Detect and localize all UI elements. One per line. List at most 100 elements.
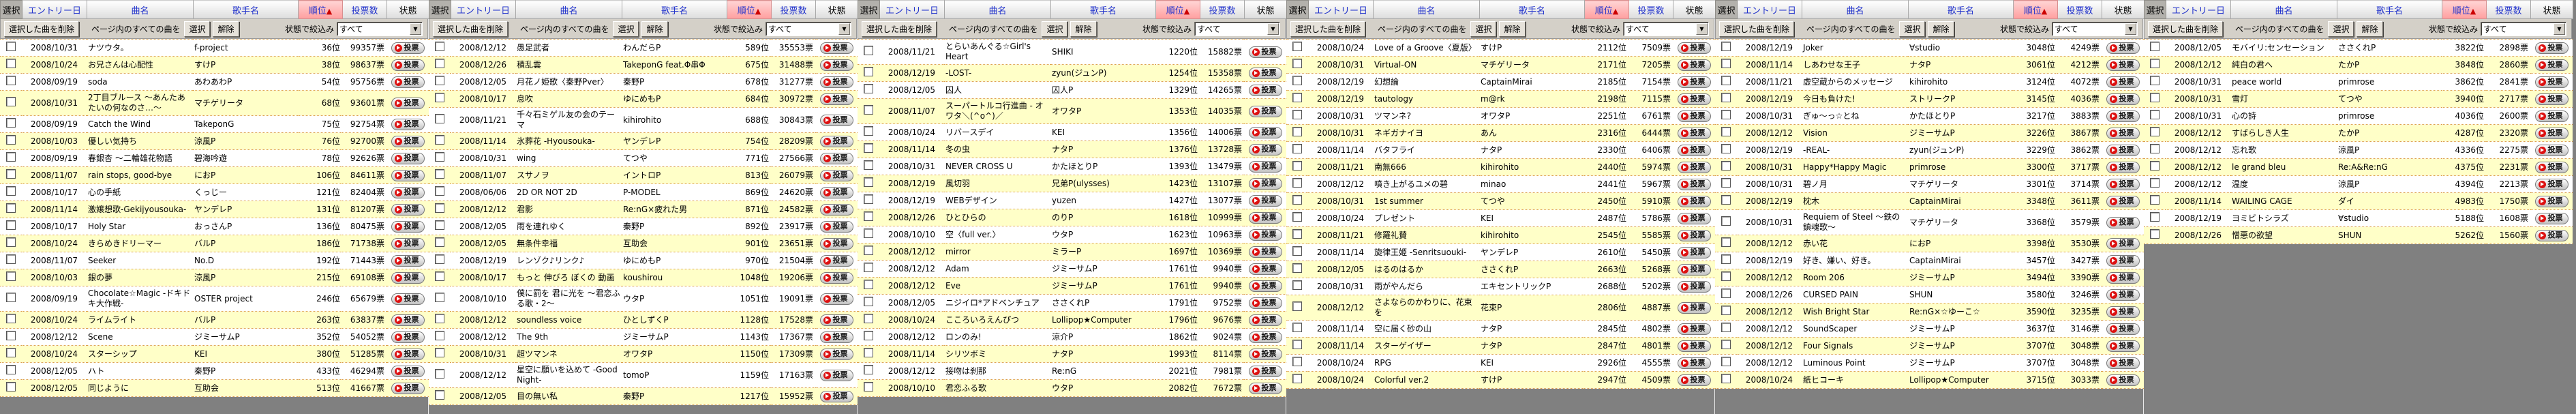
vote-button[interactable]: 投票 <box>1248 297 1282 309</box>
status-filter-dropdown[interactable]: すべて ▼ <box>2052 21 2138 36</box>
vote-button[interactable]: 投票 <box>819 293 853 305</box>
column-header-entry-date[interactable]: エントリー日 <box>1308 0 1374 19</box>
column-header-entry-date[interactable]: エントリー日 <box>451 0 516 19</box>
vote-button[interactable]: 投票 <box>1248 177 1282 190</box>
vote-button[interactable]: 投票 <box>819 152 853 164</box>
vote-button[interactable]: 投票 <box>819 186 853 198</box>
row-checkbox[interactable] <box>6 220 16 230</box>
vote-button[interactable]: 投票 <box>1677 229 1711 241</box>
vote-button[interactable]: 投票 <box>391 314 425 326</box>
column-header-status[interactable]: 状態 <box>1244 0 1287 19</box>
column-header-votes[interactable]: 投票数 <box>2486 0 2531 19</box>
vote-button[interactable]: 投票 <box>391 365 425 377</box>
row-checkbox[interactable] <box>435 76 444 85</box>
vote-button[interactable]: 投票 <box>1248 67 1282 79</box>
status-filter-dropdown[interactable]: すべて ▼ <box>1623 21 1709 36</box>
row-checkbox[interactable] <box>1292 144 1302 153</box>
column-header-status[interactable]: 状態 <box>2102 0 2145 19</box>
row-checkbox[interactable] <box>1721 271 1731 281</box>
vote-button[interactable]: 投票 <box>391 59 425 71</box>
column-header-select[interactable]: 選択 <box>2144 0 2166 19</box>
row-checkbox[interactable] <box>2150 110 2160 119</box>
column-header-votes[interactable]: 投票数 <box>2057 0 2102 19</box>
vote-button[interactable]: 投票 <box>2106 195 2140 207</box>
vote-button[interactable]: 投票 <box>2534 110 2569 122</box>
row-checkbox[interactable] <box>2150 212 2160 222</box>
vote-button[interactable]: 投票 <box>1248 365 1282 377</box>
vote-button[interactable]: 投票 <box>1677 178 1711 190</box>
row-checkbox[interactable] <box>1292 301 1302 311</box>
row-checkbox[interactable] <box>435 93 444 102</box>
vote-button[interactable]: 投票 <box>2106 254 2140 267</box>
vote-button[interactable]: 投票 <box>391 118 425 130</box>
vote-button[interactable]: 投票 <box>391 76 425 88</box>
row-checkbox[interactable] <box>435 220 444 230</box>
column-header-song[interactable]: 曲名 <box>944 0 1051 19</box>
deselect-all-button[interactable]: 解除 <box>641 20 668 37</box>
vote-button[interactable]: 投票 <box>391 237 425 250</box>
delete-selected-button[interactable]: 選択した曲を削除 <box>1719 20 1795 37</box>
column-header-entry-date[interactable]: エントリー日 <box>879 0 945 19</box>
row-checkbox[interactable] <box>1721 59 1731 68</box>
row-checkbox[interactable] <box>6 331 16 340</box>
vote-button[interactable]: 投票 <box>1677 340 1711 352</box>
row-checkbox[interactable] <box>2150 59 2160 68</box>
column-header-select[interactable]: 選択 <box>858 0 880 19</box>
vote-button[interactable]: 投票 <box>1677 42 1711 54</box>
row-checkbox[interactable] <box>435 293 444 302</box>
delete-selected-button[interactable]: 選択した曲を削除 <box>4 20 80 37</box>
column-header-select[interactable]: 選択 <box>1715 0 1738 19</box>
row-checkbox[interactable] <box>864 263 873 272</box>
row-checkbox[interactable] <box>864 67 873 76</box>
row-checkbox[interactable] <box>1292 59 1302 68</box>
vote-button[interactable]: 投票 <box>1677 195 1711 207</box>
vote-button[interactable]: 投票 <box>1677 59 1711 71</box>
row-checkbox[interactable] <box>864 160 873 170</box>
vote-button[interactable]: 投票 <box>1677 357 1711 369</box>
vote-button[interactable]: 投票 <box>1248 105 1282 117</box>
vote-button[interactable]: 投票 <box>2106 178 2140 190</box>
row-checkbox[interactable] <box>864 46 873 55</box>
row-checkbox[interactable] <box>864 348 873 357</box>
column-header-status[interactable]: 状態 <box>815 0 858 19</box>
select-all-button[interactable]: 選択 <box>184 20 211 37</box>
column-header-entry-date[interactable]: エントリー日 <box>1737 0 1802 19</box>
row-checkbox[interactable] <box>1721 306 1731 315</box>
vote-button[interactable]: 投票 <box>2106 110 2140 122</box>
row-checkbox[interactable] <box>1292 110 1302 119</box>
column-header-song[interactable]: 曲名 <box>1802 0 1909 19</box>
column-header-artist[interactable]: 歌手名 <box>193 0 299 19</box>
row-checkbox[interactable] <box>864 211 873 221</box>
status-filter-dropdown[interactable]: すべて ▼ <box>1194 21 1280 36</box>
row-checkbox[interactable] <box>1292 76 1302 85</box>
vote-button[interactable]: 投票 <box>1677 127 1711 139</box>
vote-button[interactable]: 投票 <box>819 93 853 105</box>
row-checkbox[interactable] <box>1721 357 1731 366</box>
vote-button[interactable]: 投票 <box>391 331 425 343</box>
row-checkbox[interactable] <box>1721 110 1731 119</box>
column-header-rank[interactable]: 順位▲ <box>298 0 343 19</box>
row-checkbox[interactable] <box>1292 178 1302 188</box>
vote-button[interactable]: 投票 <box>1248 194 1282 207</box>
row-checkbox[interactable] <box>435 254 444 264</box>
dropdown-arrow-button[interactable]: ▼ <box>838 23 850 35</box>
vote-button[interactable]: 投票 <box>391 271 425 284</box>
row-checkbox[interactable] <box>6 186 16 196</box>
column-header-song[interactable]: 曲名 <box>87 0 194 19</box>
column-header-rank[interactable]: 順位▲ <box>2013 0 2058 19</box>
column-header-artist[interactable]: 歌手名 <box>1908 0 2014 19</box>
dropdown-arrow-button[interactable]: ▼ <box>1267 23 1279 35</box>
vote-button[interactable]: 投票 <box>2106 144 2140 156</box>
vote-button[interactable]: 投票 <box>2106 357 2140 369</box>
row-checkbox[interactable] <box>6 203 16 213</box>
row-checkbox[interactable] <box>1721 144 1731 153</box>
select-all-button[interactable]: 選択 <box>2328 20 2354 37</box>
column-header-votes[interactable]: 投票数 <box>1628 0 1673 19</box>
vote-button[interactable]: 投票 <box>819 314 853 326</box>
vote-button[interactable]: 投票 <box>391 152 425 164</box>
dropdown-arrow-button[interactable]: ▼ <box>2554 23 2565 35</box>
row-checkbox[interactable] <box>435 186 444 196</box>
vote-button[interactable]: 投票 <box>2106 289 2140 301</box>
vote-button[interactable]: 投票 <box>391 186 425 198</box>
vote-button[interactable]: 投票 <box>1248 331 1282 343</box>
